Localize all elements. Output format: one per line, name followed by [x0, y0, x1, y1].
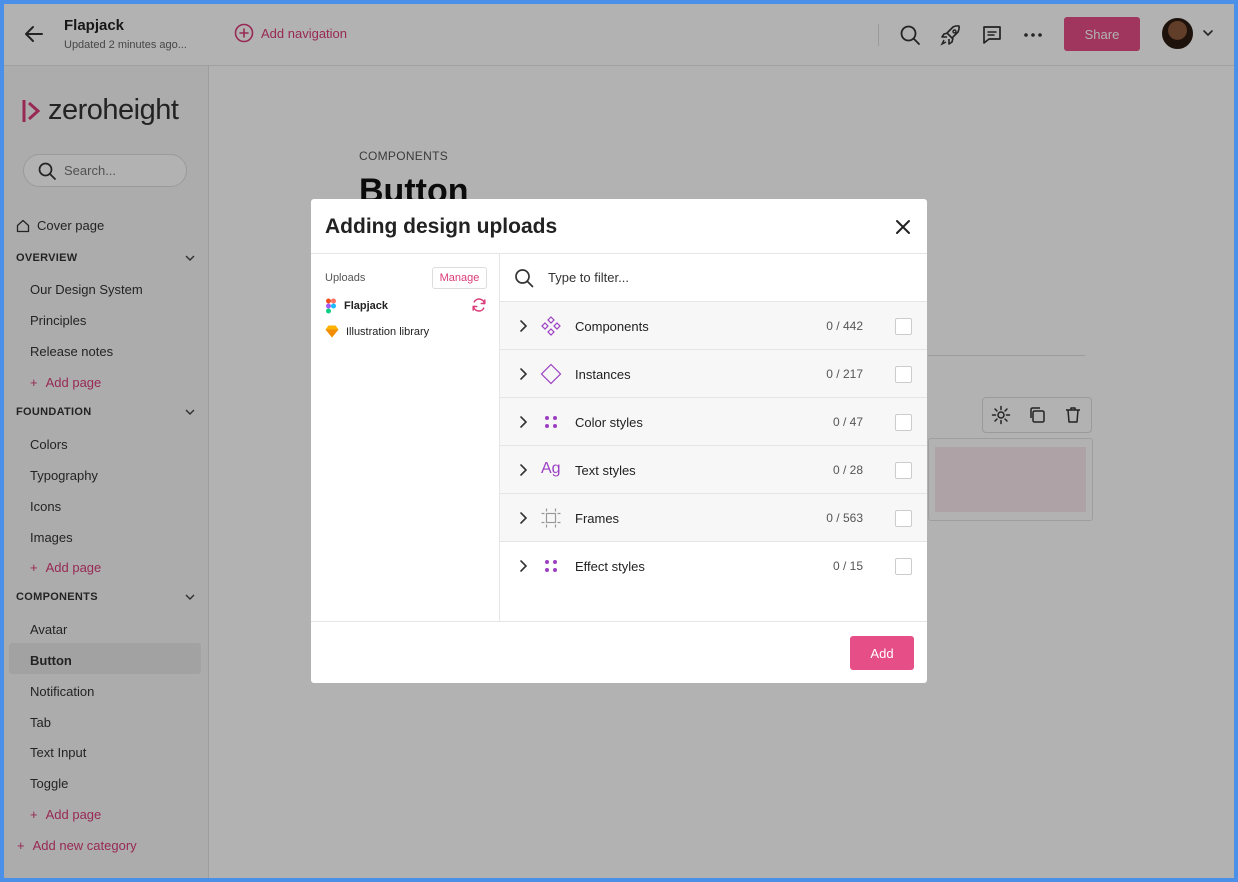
category-row-instances[interactable]: Instances 0 / 217: [500, 350, 927, 398]
sketch-icon: [325, 325, 339, 338]
category-count: 0 / 15: [832, 559, 863, 573]
styles-icon: [545, 560, 557, 572]
modal-title: Adding design uploads: [325, 215, 558, 238]
uploads-panel: Uploads Manage Flapjack Illustration lib…: [311, 254, 500, 621]
chevron-right-icon[interactable]: [516, 463, 530, 477]
select-checkbox[interactable]: [895, 366, 912, 383]
chevron-right-icon[interactable]: [516, 319, 530, 333]
modal-footer: Add: [311, 621, 927, 683]
modal-header: Adding design uploads: [311, 199, 927, 254]
uploads-label: Uploads: [325, 272, 366, 284]
filter-input[interactable]: [548, 270, 848, 285]
frame-icon: [541, 508, 561, 528]
chevron-right-icon[interactable]: [516, 415, 530, 429]
category-count: 0 / 563: [826, 511, 863, 525]
category-label: Effect styles: [575, 559, 645, 574]
manage-button[interactable]: Manage: [432, 267, 487, 289]
chevron-right-icon[interactable]: [516, 367, 530, 381]
category-row-components[interactable]: Components 0 / 442: [500, 302, 927, 350]
select-checkbox[interactable]: [895, 318, 912, 335]
select-checkbox[interactable]: [895, 510, 912, 527]
upload-name: Illustration library: [346, 325, 430, 338]
figma-icon: [326, 298, 336, 314]
upload-name: Flapjack: [344, 300, 389, 312]
category-row-effect-styles[interactable]: Effect styles 0 / 15: [500, 542, 927, 590]
category-label: Frames: [575, 511, 620, 526]
category-label: Color styles: [575, 415, 643, 430]
category-count: 0 / 442: [826, 319, 863, 333]
add-button[interactable]: Add: [850, 636, 914, 670]
components-icon: [541, 316, 561, 336]
app-window: Flapjack Updated 2 minutes ago... Add na…: [4, 4, 1234, 878]
select-checkbox[interactable]: [895, 414, 912, 431]
chevron-right-icon[interactable]: [516, 511, 530, 525]
assets-panel: Components 0 / 442 Instances 0 / 217 Col…: [500, 254, 927, 621]
instance-icon: [540, 363, 562, 385]
category-row-text-styles[interactable]: Ag Text styles 0 / 28: [500, 446, 927, 494]
category-count: 0 / 28: [832, 463, 863, 477]
category-label: Components: [575, 319, 649, 334]
category-row-color-styles[interactable]: Color styles 0 / 47: [500, 398, 927, 446]
select-checkbox[interactable]: [895, 558, 912, 575]
styles-icon: [545, 416, 557, 428]
close-icon[interactable]: [893, 217, 913, 237]
design-uploads-modal: Adding design uploads Uploads Manage Fla…: [311, 199, 927, 683]
category-count: 0 / 217: [826, 367, 863, 381]
category-label: Text styles: [575, 463, 636, 478]
text-style-icon: Ag: [541, 460, 561, 477]
sync-icon[interactable]: [471, 297, 487, 313]
filter-bar: [500, 254, 927, 302]
upload-item-illustration-library[interactable]: Illustration library: [325, 325, 429, 338]
category-count: 0 / 47: [832, 415, 863, 429]
chevron-right-icon[interactable]: [516, 559, 530, 573]
category-row-frames[interactable]: Frames 0 / 563: [500, 494, 927, 542]
search-icon: [515, 268, 534, 287]
category-label: Instances: [575, 367, 631, 382]
upload-item-flapjack[interactable]: Flapjack: [325, 298, 388, 314]
select-checkbox[interactable]: [895, 462, 912, 479]
